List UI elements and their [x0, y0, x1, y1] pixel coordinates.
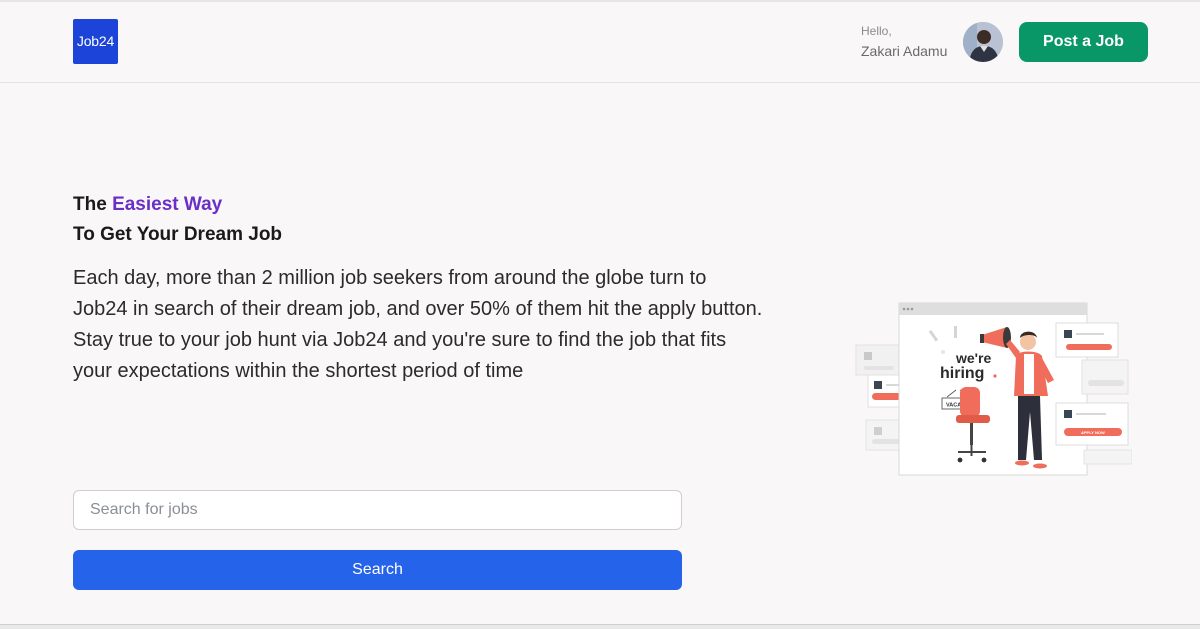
avatar-person-icon — [963, 22, 1003, 62]
search-input[interactable] — [73, 490, 682, 530]
hiring-illustration: we're hiring VACANT APPLY NOW — [855, 302, 1132, 476]
site-header: Job24 Hello, Zakari Adamu Post a Job — [0, 2, 1200, 83]
job-card-right-mid — [1081, 359, 1129, 395]
hero-headline: The Easiest Way To Get Your Dream Job — [73, 190, 282, 250]
job-card-right-bottom: APPLY NOW — [1055, 402, 1129, 446]
user-greeting: Hello, Zakari Adamu — [861, 24, 947, 59]
headline-line-2: To Get Your Dream Job — [73, 224, 283, 245]
headline-accent: Easiest Way — [112, 194, 223, 215]
headline-line-1: The Easiest Way — [73, 190, 282, 220]
bottom-border — [0, 624, 1200, 629]
post-job-button[interactable]: Post a Job — [1019, 22, 1148, 62]
hero-description: Each day, more than 2 million job seeker… — [73, 267, 763, 382]
job24-logo[interactable]: Job24 — [73, 19, 118, 64]
hiring-text-1: we're — [955, 350, 991, 366]
apply-now-text: APPLY NOW — [1081, 430, 1105, 435]
avatar[interactable] — [963, 22, 1003, 62]
user-name: Zakari Adamu — [861, 43, 948, 59]
search-button[interactable]: Search — [73, 550, 682, 590]
greeting-hello: Hello, — [861, 24, 892, 38]
browser-bar — [899, 303, 1087, 315]
hiring-text-2: hiring — [940, 365, 984, 382]
job-card-right-top — [1055, 322, 1119, 358]
headline-prefix: The — [73, 194, 113, 215]
